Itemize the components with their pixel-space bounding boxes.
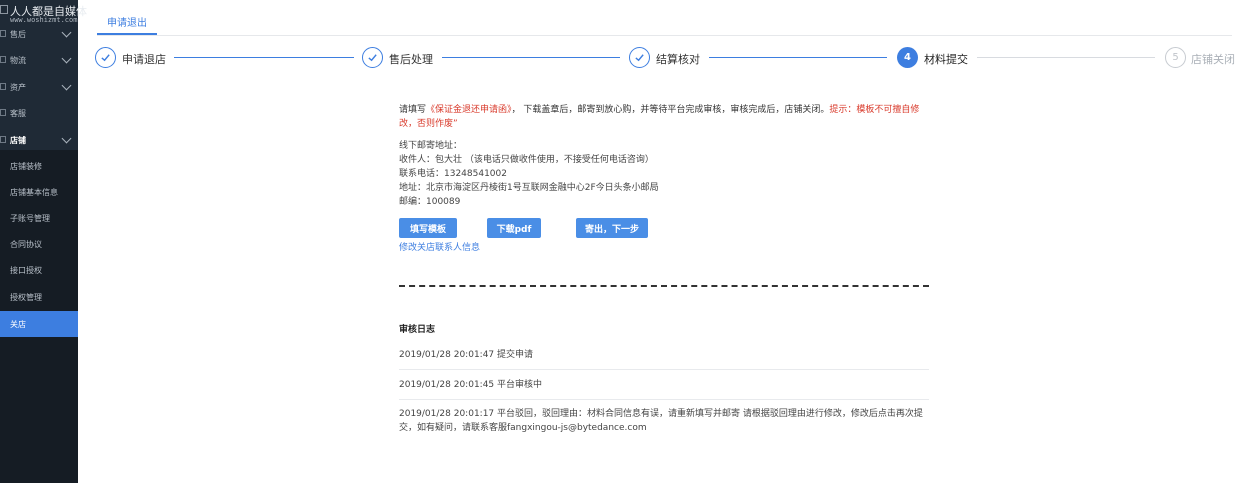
sidebar-item-label: 客服 (10, 108, 26, 118)
step-4-number: 4 (897, 47, 918, 68)
chevron-down-icon (61, 80, 72, 91)
step-5-number: 5 (1165, 47, 1186, 68)
log-separator (399, 369, 929, 370)
sidebar-item-auth-management[interactable]: 授权管理 (0, 284, 78, 310)
sidebar-item-label: 店铺 (10, 135, 26, 145)
aftersale-icon (0, 30, 6, 37)
step-1-label: 申请退店 (122, 53, 166, 66)
step-5-label: 店铺关闭 (1191, 53, 1235, 66)
sidebar-item-label: 关店 (10, 319, 26, 329)
log-entry: 2019/01/28 20:01:17 平台驳回，驳回理由：材料合同信息有误，请… (399, 409, 923, 433)
sidebar-item-label: 子账号管理 (10, 213, 50, 223)
address-zip: 邮编：100089 (399, 197, 461, 207)
sidebar-item-label: 接口授权 (10, 265, 42, 275)
sidebar-item-api-auth[interactable]: 接口授权 (0, 257, 78, 283)
chevron-down-icon (61, 53, 72, 64)
log-entry: 2019/01/28 20:01:47 提交申请 (399, 350, 534, 360)
chevron-down-icon (61, 27, 72, 38)
sidebar-item-aftersale[interactable]: 售后 (0, 21, 78, 47)
step-2-label: 售后处理 (389, 53, 433, 66)
sidebar-item-close-shop[interactable]: 关店 (0, 311, 78, 337)
sidebar-item-shop-info[interactable]: 店铺基本信息 (0, 179, 78, 205)
sidebar-item-label: 物流 (10, 55, 26, 65)
sidebar-item-label: 售后 (10, 29, 26, 39)
sidebar-item-label: 资产 (10, 82, 26, 92)
edit-contact-link[interactable]: 修改关店联系人信息 (399, 240, 480, 253)
log-separator (399, 399, 929, 400)
sidebar-item-customer-service[interactable]: 客服 (0, 100, 78, 126)
step-1-connector (174, 57, 354, 58)
sidebar-item-label: 店铺基本信息 (10, 187, 58, 197)
fill-template-button[interactable]: 填写模板 (399, 218, 457, 238)
step-3-check-icon (629, 47, 650, 68)
step-2-check-icon (362, 47, 383, 68)
logistics-icon (0, 56, 6, 63)
step-4-connector (977, 57, 1155, 58)
step-4-label: 材料提交 (924, 53, 968, 66)
chevron-down-icon (61, 133, 72, 144)
step-2-connector (442, 57, 620, 58)
send-next-button[interactable]: 寄出，下一步 (576, 218, 648, 238)
address-recipient: 收件人：包大壮 （该电话只做收件使用，不接受任何电话咨询） (399, 155, 654, 165)
notice-middle: ， 下载盖章后，邮寄到放心购，并等待平台完成审核，审核完成后，店铺关闭。 (511, 105, 830, 115)
sidebar-item-sub-accounts[interactable]: 子账号管理 (0, 205, 78, 231)
shop-icon (0, 136, 6, 143)
download-pdf-button[interactable]: 下载pdf (487, 218, 541, 238)
tab-divider (97, 35, 1232, 36)
customer-service-icon (0, 109, 6, 116)
dashed-divider (399, 285, 929, 287)
sidebar: 人人都是自媒体 www.woshizmt.com 售后 物流 资产 客服 店铺 … (0, 0, 87, 483)
sidebar-item-shop-decoration[interactable]: 店铺装修 (0, 153, 78, 179)
address-heading: 线下邮寄地址： (399, 141, 463, 151)
notice-doc-name[interactable]: 《保证金退还申请函》 (426, 105, 512, 115)
step-3-label: 结算核对 (656, 53, 700, 66)
notice-text: 请填写《保证金退还申请函》， 下载盖章后，邮寄到放心购，并等待平台完成审核，审核… (399, 103, 929, 131)
mailing-address: 线下邮寄地址： 收件人：包大壮 （该电话只做收件使用，不接受任何电话咨询） 联系… (399, 139, 799, 209)
sidebar-item-contracts[interactable]: 合同协议 (0, 231, 78, 257)
address-location: 地址：北京市海淀区丹棱街1号互联网金融中心2F今日头条小邮局 (399, 183, 659, 193)
address-phone: 联系电话：13248541002 (399, 169, 507, 179)
sidebar-item-label: 授权管理 (10, 292, 42, 302)
audit-log-title: 审核日志 (399, 325, 436, 335)
sidebar-item-label: 店铺装修 (10, 161, 42, 171)
assets-icon (0, 83, 6, 90)
sidebar-item-shop[interactable]: 店铺 (0, 127, 78, 153)
step-1-check-icon (95, 47, 116, 68)
tab-apply-exit[interactable]: 申请退出 (107, 14, 147, 29)
sidebar-item-assets[interactable]: 资产 (0, 74, 78, 100)
sidebar-item-logistics[interactable]: 物流 (0, 47, 78, 73)
watermark-icon (0, 5, 8, 14)
log-entry: 2019/01/28 20:01:45 平台审核中 (399, 380, 543, 390)
sidebar-item-label: 合同协议 (10, 239, 42, 249)
step-3-connector (709, 57, 887, 58)
notice-prefix: 请填写 (399, 105, 427, 115)
